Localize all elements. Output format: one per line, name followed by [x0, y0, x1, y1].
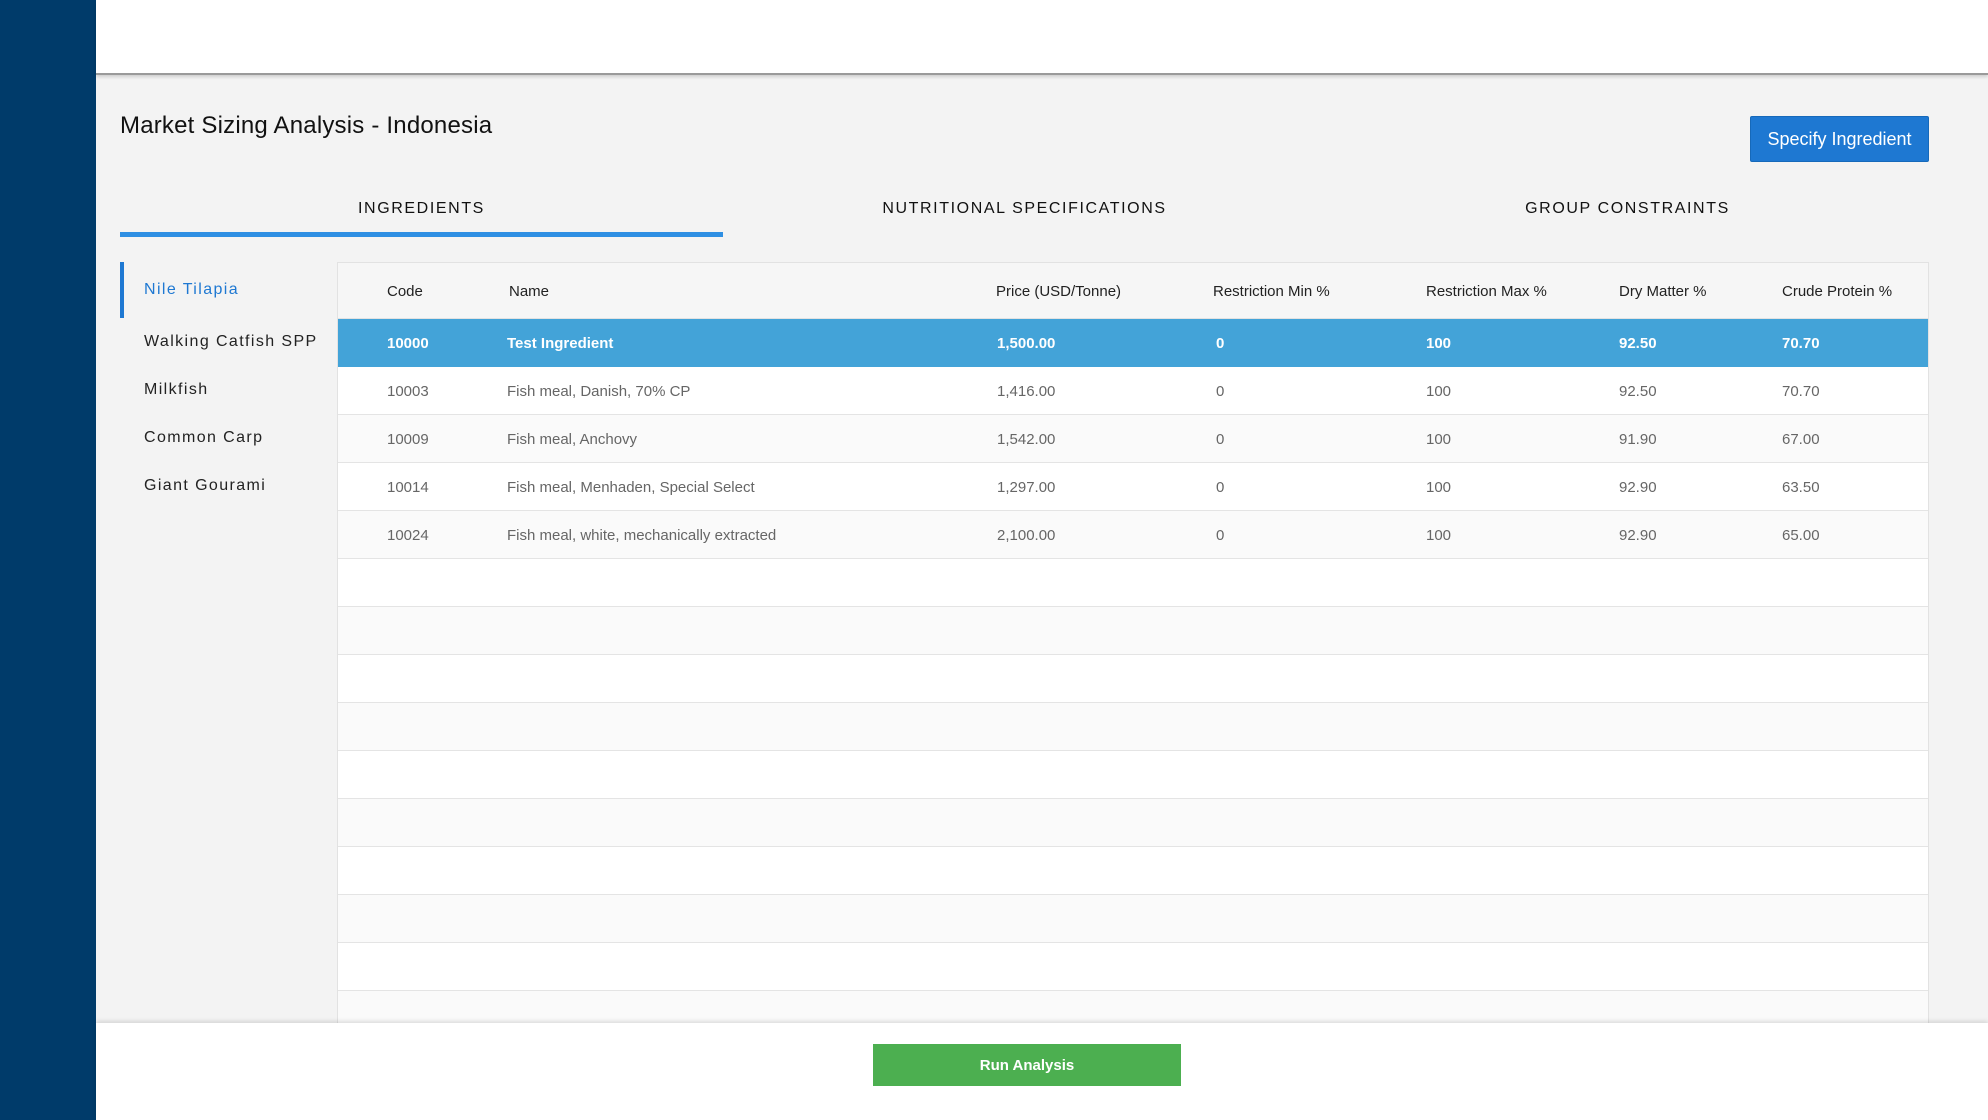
cell-dry-matter: 91.90	[1619, 430, 1657, 448]
cell-price: 1,416.00	[997, 382, 1056, 400]
column-header-crude-protein[interactable]: Crude Protein %	[1782, 263, 1892, 319]
species-item-walking-catfish[interactable]: Walking Catfish SPP	[120, 318, 330, 366]
column-header-code[interactable]: Code	[387, 263, 423, 319]
top-app-bar	[96, 0, 1988, 75]
cell-restriction-max: 100	[1426, 478, 1452, 496]
cell-price: 2,100.00	[997, 526, 1056, 544]
cell-name: Fish meal, Menhaden, Special Select	[507, 478, 755, 496]
cell-restriction-min: 0	[1216, 334, 1225, 352]
cell-code: 10009	[387, 430, 429, 448]
tab-nutritional-specifications[interactable]: NUTRITIONAL SPECIFICATIONS	[723, 194, 1326, 240]
left-nav-rail	[0, 0, 96, 1120]
empty-table-row	[338, 847, 1928, 895]
cell-name: Fish meal, Anchovy	[507, 430, 638, 448]
empty-table-row	[338, 943, 1928, 991]
cell-price: 1,297.00	[997, 478, 1056, 496]
cell-restriction-min: 0	[1216, 430, 1225, 448]
cell-dry-matter: 92.50	[1619, 334, 1657, 352]
cell-name: Fish meal, white, mechanically extracted	[507, 526, 777, 544]
species-item-giant-gourami[interactable]: Giant Gourami	[120, 462, 330, 510]
empty-table-row	[338, 559, 1928, 607]
table-row[interactable]: 10009 Fish meal, Anchovy 1,542.00 0 100 …	[338, 415, 1928, 463]
specify-ingredient-button[interactable]: Specify Ingredient	[1750, 116, 1929, 162]
species-item-nile-tilapia[interactable]: Nile Tilapia	[120, 262, 330, 318]
empty-table-row	[338, 991, 1928, 1023]
empty-table-row	[338, 607, 1928, 655]
cell-crude-protein: 67.00	[1782, 430, 1820, 448]
species-item-milkfish[interactable]: Milkfish	[120, 366, 330, 414]
cell-code: 10003	[387, 382, 429, 400]
active-tab-indicator	[120, 232, 723, 237]
cell-code: 10024	[387, 526, 429, 544]
cell-dry-matter: 92.50	[1619, 382, 1657, 400]
cell-restriction-max: 100	[1426, 430, 1452, 448]
tab-bar: INGREDIENTS NUTRITIONAL SPECIFICATIONS G…	[120, 194, 1929, 240]
cell-name: Test Ingredient	[507, 334, 614, 352]
column-header-restriction-max[interactable]: Restriction Max %	[1426, 263, 1547, 319]
cell-crude-protein: 70.70	[1782, 334, 1820, 352]
table-header: Code Name Price (USD/Tonne) Restriction …	[338, 263, 1928, 319]
column-header-restriction-min[interactable]: Restriction Min %	[1213, 263, 1330, 319]
cell-code: 10014	[387, 478, 429, 496]
cell-dry-matter: 92.90	[1619, 478, 1657, 496]
cell-code: 10000	[387, 334, 429, 352]
page-title: Market Sizing Analysis - Indonesia	[120, 112, 493, 139]
cell-restriction-max: 100	[1426, 382, 1452, 400]
tab-group-constraints[interactable]: GROUP CONSTRAINTS	[1326, 194, 1929, 240]
cell-name: Fish meal, Danish, 70% CP	[507, 382, 691, 400]
empty-table-row	[338, 703, 1928, 751]
column-header-dry-matter[interactable]: Dry Matter %	[1619, 263, 1707, 319]
table-row[interactable]: 10024 Fish meal, white, mechanically ext…	[338, 511, 1928, 559]
empty-table-row	[338, 799, 1928, 847]
table-row[interactable]: 10000 Test Ingredient 1,500.00 0 100 92.…	[338, 319, 1928, 367]
cell-restriction-max: 100	[1426, 334, 1452, 352]
cell-price: 1,500.00	[997, 334, 1056, 352]
cell-restriction-min: 0	[1216, 478, 1225, 496]
table-row[interactable]: 10014 Fish meal, Menhaden, Special Selec…	[338, 463, 1928, 511]
species-item-common-carp[interactable]: Common Carp	[120, 414, 330, 462]
empty-table-row	[338, 655, 1928, 703]
table-row[interactable]: 10003 Fish meal, Danish, 70% CP 1,416.00…	[338, 367, 1928, 415]
cell-crude-protein: 70.70	[1782, 382, 1820, 400]
cell-price: 1,542.00	[997, 430, 1056, 448]
footer-bar: Run Analysis	[96, 1023, 1988, 1120]
cell-dry-matter: 92.90	[1619, 526, 1657, 544]
cell-restriction-min: 0	[1216, 382, 1225, 400]
run-analysis-button[interactable]: Run Analysis	[873, 1044, 1181, 1086]
column-header-price[interactable]: Price (USD/Tonne)	[996, 263, 1121, 319]
cell-restriction-max: 100	[1426, 526, 1452, 544]
cell-restriction-min: 0	[1216, 526, 1225, 544]
ingredients-table: Code Name Price (USD/Tonne) Restriction …	[337, 262, 1929, 1024]
column-header-name[interactable]: Name	[509, 263, 549, 319]
cell-crude-protein: 63.50	[1782, 478, 1820, 496]
empty-table-row	[338, 751, 1928, 799]
species-list: Nile Tilapia Walking Catfish SPP Milkfis…	[120, 262, 330, 510]
cell-crude-protein: 65.00	[1782, 526, 1820, 544]
empty-table-row	[338, 895, 1928, 943]
